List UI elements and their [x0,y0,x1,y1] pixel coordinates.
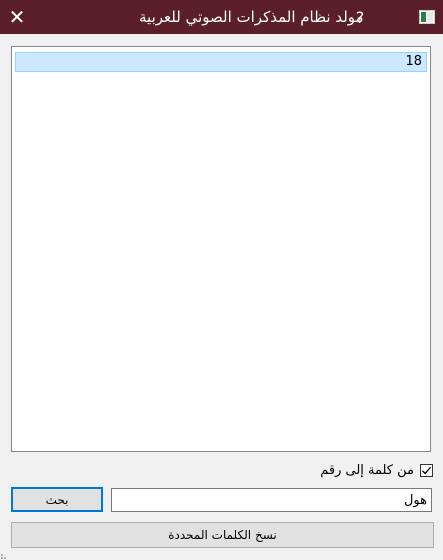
word-to-number-checkbox[interactable] [420,463,433,477]
window-title: مولد نظام المذكرات الصوتي للعربية [139,8,364,26]
close-button[interactable]: ✕ [0,0,34,34]
checkmark-icon [422,466,432,474]
search-button[interactable]: بحث [11,487,103,512]
close-icon: ✕ [8,5,26,29]
list-item-text: 18 [405,54,422,69]
resize-grip-icon[interactable] [0,550,10,560]
results-list[interactable]: 18 [11,46,431,452]
word-to-number-label: من كلمة إلى رقم [320,462,414,478]
copy-selected-button[interactable]: نسخ الكلمات المحددة [11,522,434,548]
app-icon [419,10,435,24]
word-to-number-option[interactable]: من كلمة إلى رقم [320,460,433,480]
list-item[interactable]: 18 [15,52,427,72]
search-input[interactable] [111,488,432,512]
title-bar: ✕ ? مولد نظام المذكرات الصوتي للعربية [0,0,443,34]
